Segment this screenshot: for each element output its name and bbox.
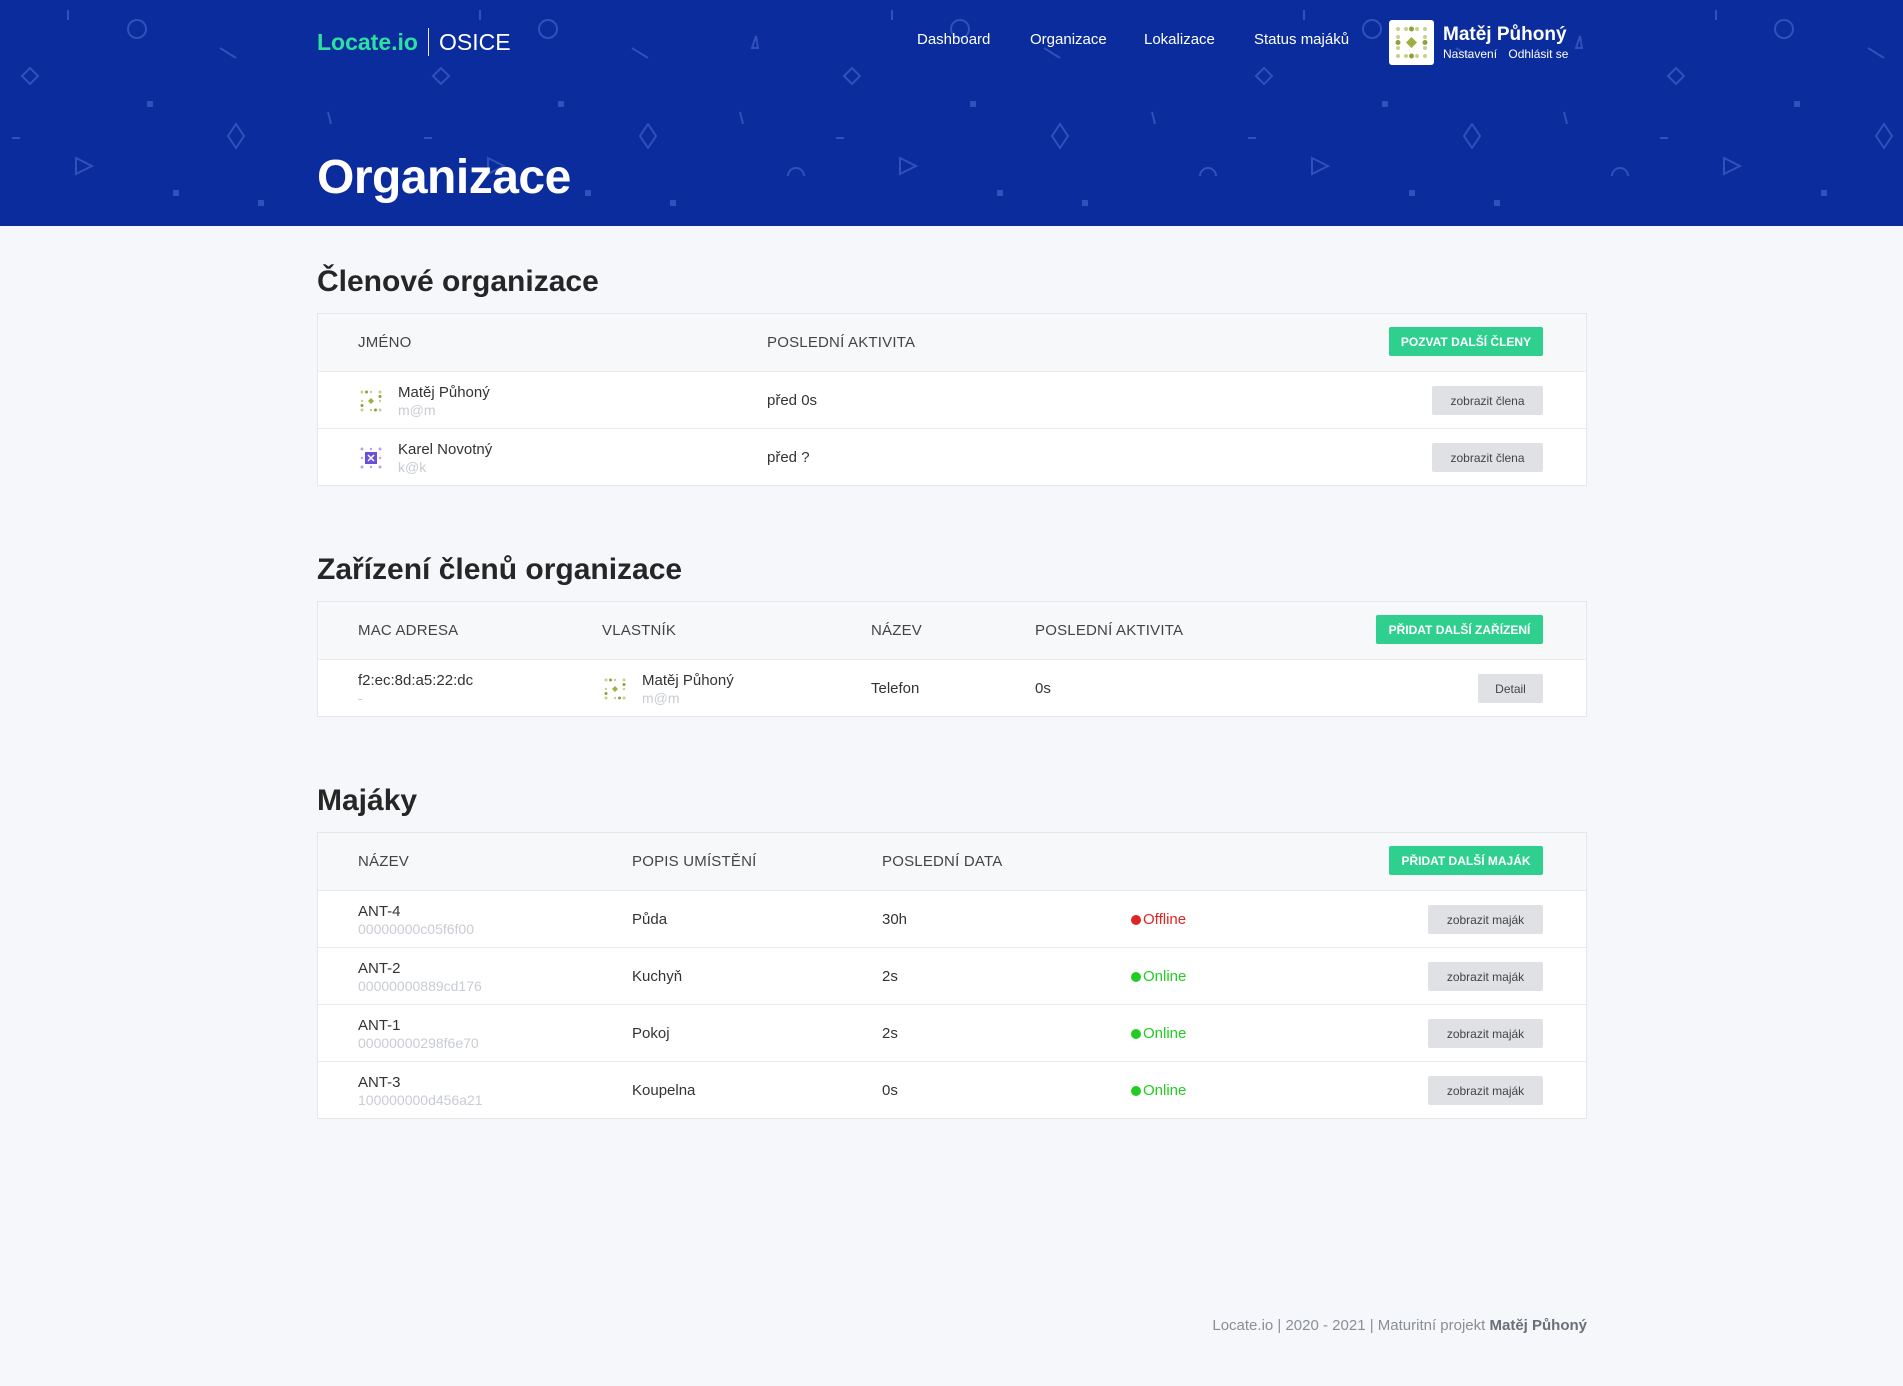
member-activity: před 0s: [767, 392, 818, 409]
logout-link[interactable]: Odhlásit se: [1508, 47, 1568, 61]
table-row: ANT-4 00000000c05f6f00 Půda 30h Offline …: [318, 890, 1586, 947]
beacon-name: ANT-1: [358, 1016, 401, 1034]
column-header: JMÉNO: [358, 334, 412, 351]
view-member-button[interactable]: zobrazit člena: [1432, 443, 1543, 472]
online-dot-icon: [1131, 1085, 1141, 1096]
view-member-button[interactable]: zobrazit člena: [1432, 386, 1543, 415]
table-header: MAC ADRESA VLASTNÍK NÁZEV POSLEDNÍ AKTIV…: [318, 602, 1586, 659]
status-badge: Online: [1131, 1062, 1186, 1119]
devices-section-title: Zařízení členů organizace: [317, 553, 683, 586]
beacon-last-data: 2s: [882, 1025, 898, 1042]
beacon-location: Půda: [632, 911, 668, 928]
header: Locate.io OSICE Dashboard Organizace Lok…: [0, 0, 1903, 226]
beacon-id: 00000000c05f6f00: [358, 920, 474, 937]
column-header: VLASTNÍK: [602, 622, 677, 639]
user-menu: Matěj Půhoný Nastavení Odhlásit se: [1389, 20, 1576, 65]
invite-members-button[interactable]: POZVAT DALŠÍ ČLENY: [1389, 327, 1543, 356]
member-name: Karel Novotný: [398, 440, 493, 458]
view-beacon-button[interactable]: zobrazit maják: [1428, 905, 1543, 934]
footer: Locate.io | 2020 - 2021 | Maturitní proj…: [1212, 1317, 1587, 1334]
nav-lokalizace[interactable]: Lokalizace: [1144, 31, 1215, 48]
beacon-location: Pokoj: [632, 1025, 670, 1042]
table-row: f2:ec:8d:a5:22:dc - Matěj Půhoný m@m Tel…: [318, 659, 1586, 716]
column-header: NÁZEV: [871, 622, 923, 639]
table-row: ANT-3 100000000d456a21 Koupelna 0s Onlin…: [318, 1061, 1586, 1118]
view-beacon-button[interactable]: zobrazit maják: [1428, 962, 1543, 991]
footer-author: Matěj Půhoný: [1489, 1317, 1587, 1334]
device-activity: 0s: [1035, 680, 1051, 697]
device-mac: f2:ec:8d:a5:22:dc: [358, 671, 474, 689]
table-header: JMÉNO POSLEDNÍ AKTIVITA POZVAT DALŠÍ ČLE…: [318, 314, 1586, 371]
online-dot-icon: [1131, 971, 1141, 982]
beacons-table: NÁZEV POPIS UMÍSTĚNÍ POSLEDNÍ DATA PŘIDA…: [317, 832, 1587, 1119]
brand[interactable]: Locate.io OSICE: [317, 28, 511, 56]
beacon-location: Kuchyň: [632, 968, 683, 985]
table-row: ANT-1 00000000298f6e70 Pokoj 2s Online z…: [318, 1004, 1586, 1061]
beacon-status: Online: [1143, 1082, 1187, 1099]
organization-name: OSICE: [438, 28, 511, 55]
member-activity: před ?: [767, 449, 810, 466]
beacon-name: ANT-4: [358, 902, 401, 920]
nav-dashboard[interactable]: Dashboard: [917, 31, 990, 48]
logo-text[interactable]: Locate.io: [317, 29, 418, 56]
offline-dot-icon: [1131, 914, 1141, 925]
beacon-name: ANT-3: [358, 1073, 401, 1091]
owner-email: m@m: [642, 689, 680, 706]
device-name: Telefon: [871, 680, 920, 697]
beacon-name: ANT-2: [358, 959, 401, 977]
beacon-last-data: 30h: [882, 911, 908, 928]
user-name: Matěj Půhoný: [1443, 24, 1567, 45]
beacon-last-data: 0s: [882, 1082, 898, 1099]
column-header: POSLEDNÍ AKTIVITA: [1035, 622, 1184, 639]
table-row: ANT-2 00000000889cd176 Kuchyň 2s Online …: [318, 947, 1586, 1004]
nav-organizace[interactable]: Organizace: [1030, 31, 1107, 48]
member-name: Matěj Půhoný: [398, 383, 490, 401]
table-row: Matěj Půhoný m@m před 0s zobrazit člena: [318, 371, 1586, 428]
nav-status-majaku[interactable]: Status majáků: [1254, 31, 1349, 48]
column-header: NÁZEV: [358, 853, 410, 870]
device-mac-sub: -: [358, 689, 363, 706]
devices-table: MAC ADRESA VLASTNÍK NÁZEV POSLEDNÍ AKTIV…: [317, 601, 1587, 717]
beacon-last-data: 2s: [882, 968, 898, 985]
owner-name: Matěj Půhoný: [642, 671, 734, 689]
beacon-id: 00000000298f6e70: [358, 1034, 479, 1051]
beacon-status: Online: [1143, 1025, 1187, 1042]
column-header: MAC ADRESA: [358, 622, 459, 639]
beacon-status: Offline: [1143, 911, 1187, 928]
table-header: NÁZEV POPIS UMÍSTĚNÍ POSLEDNÍ DATA PŘIDA…: [318, 833, 1586, 890]
settings-link[interactable]: Nastavení: [1443, 47, 1497, 61]
table-row: Karel Novotný k@k před ? zobrazit člena: [318, 428, 1586, 485]
status-badge: Online: [1131, 1005, 1186, 1062]
device-detail-button[interactable]: Detail: [1478, 674, 1543, 703]
online-dot-icon: [1131, 1028, 1141, 1039]
user-avatar[interactable]: [1389, 20, 1434, 65]
members-table: JMÉNO POSLEDNÍ AKTIVITA POZVAT DALŠÍ ČLE…: [317, 313, 1587, 486]
view-beacon-button[interactable]: zobrazit maják: [1428, 1019, 1543, 1048]
beacon-id: 100000000d456a21: [358, 1091, 483, 1108]
column-header: POSLEDNÍ DATA: [882, 853, 1003, 870]
brand-divider: [427, 28, 429, 56]
beacon-status: Online: [1143, 968, 1187, 985]
beacons-section-title: Majáky: [317, 784, 418, 817]
members-section-title: Členové organizace: [317, 265, 599, 298]
add-device-button[interactable]: PŘIDAT DALŠÍ ZAŘÍZENÍ: [1376, 615, 1543, 644]
page-title: Organizace: [317, 151, 571, 204]
column-header: POPIS UMÍSTĚNÍ: [632, 853, 757, 870]
status-badge: Online: [1131, 948, 1186, 1005]
beacon-location: Koupelna: [632, 1082, 696, 1099]
column-header: POSLEDNÍ AKTIVITA: [767, 334, 916, 351]
view-beacon-button[interactable]: zobrazit maják: [1428, 1076, 1543, 1105]
footer-text: Locate.io | 2020 - 2021 | Maturitní proj…: [1212, 1317, 1486, 1334]
status-badge: Offline: [1131, 891, 1186, 948]
member-email: k@k: [398, 458, 427, 475]
add-beacon-button[interactable]: PŘIDAT DALŠÍ MAJÁK: [1389, 846, 1543, 875]
beacon-id: 00000000889cd176: [358, 977, 482, 994]
member-email: m@m: [398, 401, 436, 418]
